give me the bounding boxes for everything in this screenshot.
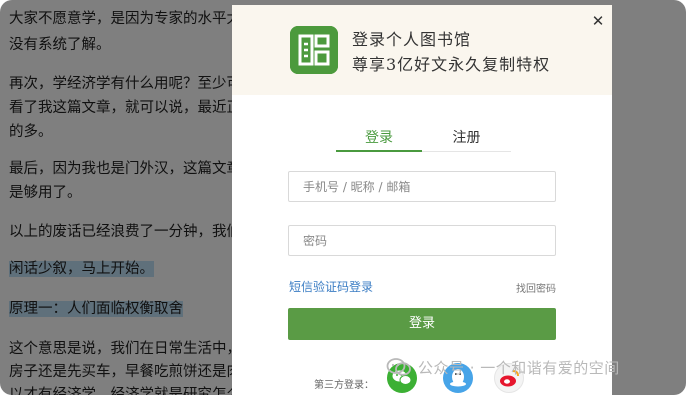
password-input[interactable]	[288, 225, 556, 256]
modal-subtitle: 尊享3亿好文永久复制特权	[352, 55, 551, 74]
login-modal: 登录个人图书馆 尊享3亿好文永久复制特权 ✕ 登录 注册 短信验证码登录 找回密…	[232, 5, 612, 395]
close-icon[interactable]: ✕	[588, 11, 608, 31]
forgot-password-link[interactable]: 找回密码	[516, 280, 556, 295]
modal-title: 登录个人图书馆	[352, 30, 472, 49]
tab-register[interactable]: 注册	[422, 127, 511, 151]
auth-tabs: 登录 注册	[336, 127, 511, 152]
tab-login[interactable]: 登录	[336, 127, 422, 152]
watermark: 公众号 · 一个和谐有爱的空间	[386, 354, 620, 380]
login-button[interactable]: 登录	[288, 308, 556, 340]
third-party-login-label: 第三方登录：	[314, 380, 374, 391]
screenshot-frame: 大家不愿意学，是因为专家的水平太低 没有系统了解。 再次，学经济学有什么用呢？至…	[0, 0, 686, 395]
wechat-official-account-icon	[386, 358, 411, 376]
account-input[interactable]	[288, 171, 556, 202]
sms-login-link[interactable]: 短信验证码登录	[289, 278, 373, 295]
library-logo-icon	[290, 26, 338, 74]
modal-header: 登录个人图书馆 尊享3亿好文永久复制特权 ✕	[232, 5, 612, 95]
watermark-text: 公众号 · 一个和谐有爱的空间	[418, 358, 620, 377]
